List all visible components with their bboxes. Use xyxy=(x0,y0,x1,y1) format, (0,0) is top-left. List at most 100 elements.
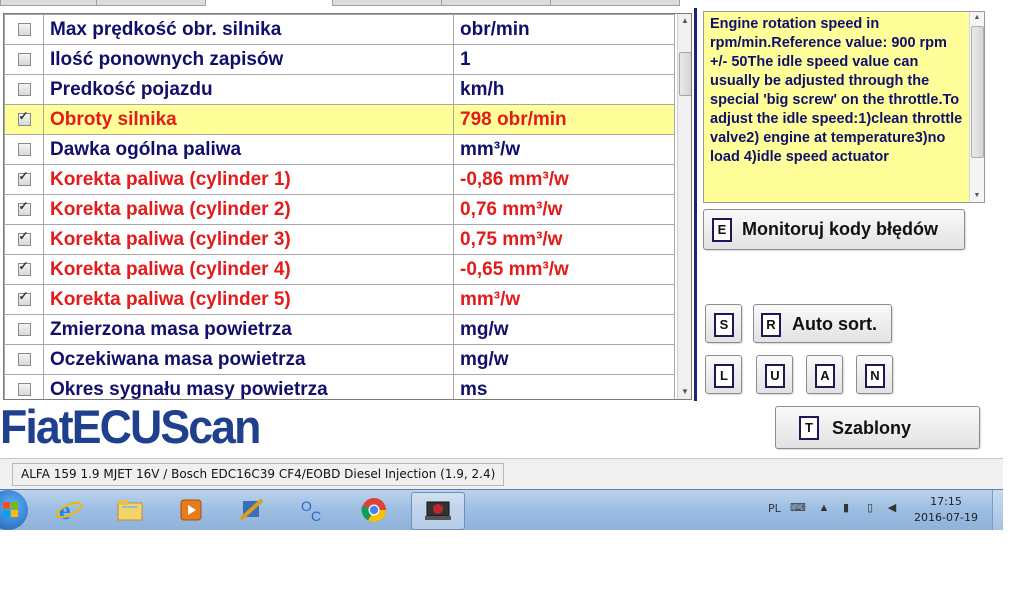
show-desktop-button[interactable] xyxy=(992,490,1003,530)
row-checkbox[interactable] xyxy=(17,109,31,126)
scroll-up-icon[interactable]: ▲ xyxy=(970,12,984,24)
chrome-button[interactable] xyxy=(348,492,400,528)
tools-button[interactable] xyxy=(226,492,278,528)
network-icon[interactable]: ▯ xyxy=(864,502,876,514)
status-bar: ALFA 159 1.9 MJET 16V / Bosch EDC16C39 C… xyxy=(0,458,1003,489)
key-s-badge: S xyxy=(714,313,734,337)
start-button[interactable] xyxy=(0,490,28,530)
parameter-value: -0,65 mm³/w xyxy=(453,254,675,285)
row-checkbox-cell xyxy=(4,164,44,195)
row-checkbox-cell xyxy=(4,134,44,165)
file-explorer-icon xyxy=(117,500,143,521)
row-checkbox[interactable] xyxy=(17,259,31,276)
parameter-value: km/h xyxy=(453,74,675,105)
table-row[interactable]: Korekta paliwa (cylinder 2)0,76 mm³/w xyxy=(4,194,675,225)
row-checkbox[interactable] xyxy=(17,322,31,336)
monitor-error-codes-label: Monitoruj kody błędów xyxy=(742,219,938,239)
svg-text:C: C xyxy=(311,508,321,523)
row-checkbox[interactable] xyxy=(17,289,31,306)
monitor-error-codes-button[interactable]: E Monitoruj kody błędów xyxy=(703,209,965,250)
table-row[interactable]: Zmierzona masa powietrza mg/w xyxy=(4,314,675,345)
u-button[interactable]: U xyxy=(756,355,793,394)
panel-divider xyxy=(694,8,697,401)
table-row[interactable]: Obroty silnika798 obr/min xyxy=(4,104,675,135)
parameter-value: 0,76 mm³/w xyxy=(453,194,675,225)
volume-icon[interactable]: ◀ xyxy=(886,502,898,514)
row-checkbox[interactable] xyxy=(17,52,31,66)
table-row[interactable]: Ilość ponownych zapisów 1 xyxy=(4,44,675,75)
tab-4[interactable] xyxy=(441,0,551,6)
language-indicator[interactable]: PL xyxy=(768,502,781,515)
row-checkbox-cell xyxy=(4,194,44,225)
row-checkbox-cell xyxy=(4,44,44,75)
row-checkbox[interactable] xyxy=(17,229,31,246)
parameter-value: mm³/w xyxy=(453,134,675,165)
parameter-name: Korekta paliwa (cylinder 3) xyxy=(43,224,454,255)
scroll-down-icon[interactable]: ▼ xyxy=(970,190,984,202)
parameter-name: Okres sygnału masy powietrza xyxy=(43,374,454,399)
scroll-down-icon[interactable]: ▼ xyxy=(678,385,691,399)
key-a-badge: A xyxy=(815,364,835,388)
row-checkbox[interactable] xyxy=(17,82,31,96)
templates-label: Szablony xyxy=(832,418,912,438)
a-button[interactable]: A xyxy=(806,355,843,394)
tab-5[interactable] xyxy=(550,0,680,6)
tab-1[interactable] xyxy=(0,0,97,6)
description-scrollbar[interactable]: ▲ ▼ xyxy=(969,12,984,202)
media-player-button[interactable] xyxy=(165,492,217,528)
keyboard-icon[interactable]: ⌨ xyxy=(790,502,806,514)
row-checkbox[interactable] xyxy=(17,382,31,396)
key-t-badge: T xyxy=(799,416,819,440)
table-row[interactable]: Korekta paliwa (cylinder 5) mm³/w xyxy=(4,284,675,315)
scrollbar-thumb[interactable] xyxy=(971,26,984,158)
parameter-value: mg/w xyxy=(453,344,675,375)
parameter-name: Korekta paliwa (cylinder 5) xyxy=(43,284,454,315)
taskbar-clock[interactable]: 17:15 2016-07-19 xyxy=(912,494,980,526)
file-explorer-button[interactable] xyxy=(104,492,156,528)
tab-3[interactable] xyxy=(332,0,442,6)
row-checkbox[interactable] xyxy=(17,352,31,366)
table-row[interactable]: Predkość pojazdu km/h xyxy=(4,74,675,105)
internet-explorer-icon: e xyxy=(56,497,82,523)
row-checkbox-cell xyxy=(4,314,44,345)
tab-2[interactable] xyxy=(96,0,206,6)
row-checkbox-cell xyxy=(4,254,44,285)
parameter-value: 798 obr/min xyxy=(453,104,675,135)
parameter-name: Oczekiwana masa powietrza xyxy=(43,344,454,375)
s-button[interactable]: S xyxy=(705,304,742,343)
tab-strip xyxy=(0,0,1003,6)
show-hidden-icons-icon[interactable]: ▲ xyxy=(818,502,830,514)
vehicle-ecu-status: ALFA 159 1.9 MJET 16V / Bosch EDC16C39 C… xyxy=(12,463,505,486)
n-button[interactable]: N xyxy=(856,355,893,394)
scroll-up-icon[interactable]: ▲ xyxy=(678,14,691,28)
power-icon[interactable]: ▮ xyxy=(840,502,852,514)
tools-icon xyxy=(239,498,264,521)
parameter-name: Korekta paliwa (cylinder 4) xyxy=(43,254,454,285)
parameter-name: Dawka ogólna paliwa xyxy=(43,134,454,165)
row-checkbox[interactable] xyxy=(17,169,31,186)
media-player-icon xyxy=(180,499,202,521)
oc-app-button[interactable]: O C xyxy=(287,492,339,528)
table-scrollbar[interactable]: ▲ ▼ xyxy=(677,14,691,399)
row-checkbox-cell xyxy=(4,104,44,135)
parameter-name: Zmierzona masa powietrza xyxy=(43,314,454,345)
fiatecuscan-taskbar-button[interactable] xyxy=(411,492,465,530)
table-row[interactable]: Dawka ogólna paliwa mm³/w xyxy=(4,134,675,165)
row-checkbox[interactable] xyxy=(17,199,31,216)
row-checkbox[interactable] xyxy=(17,142,31,156)
internet-explorer-button[interactable]: e xyxy=(43,492,95,528)
table-row[interactable]: Korekta paliwa (cylinder 4)-0,65 mm³/w xyxy=(4,254,675,285)
scrollbar-thumb[interactable] xyxy=(679,52,691,96)
l-button[interactable]: L xyxy=(705,355,742,394)
row-checkbox-cell xyxy=(4,374,44,399)
parameter-description-box: Engine rotation speed in rpm/min.Referen… xyxy=(703,11,985,203)
row-checkbox[interactable] xyxy=(17,22,31,36)
table-row[interactable]: Max prędkość obr. silnika obr/min xyxy=(4,14,675,45)
table-row[interactable]: Korekta paliwa (cylinder 3)0,75 mm³/w xyxy=(4,224,675,255)
parameter-value: mg/w xyxy=(453,314,675,345)
auto-sort-button[interactable]: R Auto sort. xyxy=(753,304,892,343)
table-row[interactable]: Korekta paliwa (cylinder 1)-0,86 mm³/w xyxy=(4,164,675,195)
templates-button[interactable]: T Szablony xyxy=(775,406,980,449)
table-row[interactable]: Oczekiwana masa powietrza mg/w xyxy=(4,344,675,375)
table-row[interactable]: Okres sygnału masy powietrza ms xyxy=(4,374,675,399)
